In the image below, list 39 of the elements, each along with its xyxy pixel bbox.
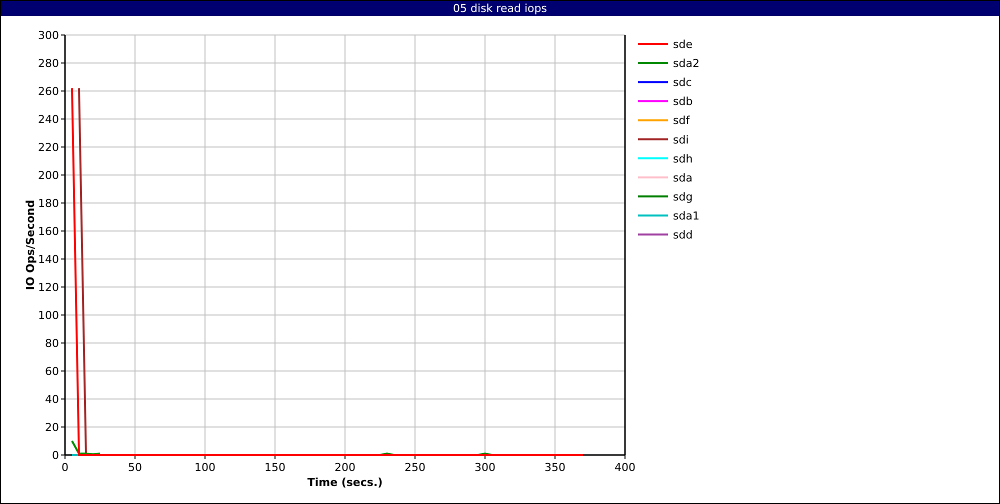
tick-label: 20 <box>45 421 59 434</box>
tick-label: 180 <box>38 197 59 210</box>
legend-label: sda <box>673 171 692 184</box>
axis-title: Time (secs.) <box>307 476 383 489</box>
tick-label: 0 <box>52 449 59 462</box>
tick-label: 300 <box>474 461 496 474</box>
tick-label: 100 <box>194 461 216 474</box>
tick-label: 200 <box>334 461 356 474</box>
tick-label: 100 <box>38 309 59 322</box>
legend-label: sdb <box>673 95 693 108</box>
tick-label: 150 <box>264 461 286 474</box>
tick-label: 60 <box>45 365 59 378</box>
tick-label: 280 <box>38 57 59 70</box>
tick-label: 260 <box>38 85 59 98</box>
tick-label: 400 <box>614 461 636 474</box>
legend-label: sdh <box>673 152 693 166</box>
tick-label: 0 <box>62 461 68 474</box>
tick-label: 80 <box>45 337 59 350</box>
tick-label: 50 <box>128 461 142 474</box>
legend-label: sdc <box>673 76 692 90</box>
tick-label: 120 <box>38 281 59 294</box>
tick-label: 300 <box>38 29 59 42</box>
legend-label: sdd <box>673 228 693 242</box>
tick-label: 240 <box>38 113 59 126</box>
legend-label: sdg <box>673 190 693 204</box>
chart-title: 05 disk read iops <box>453 1 547 16</box>
tick-label: 220 <box>38 141 59 154</box>
tick-label: 250 <box>404 461 426 474</box>
tick-label: 160 <box>38 225 59 238</box>
tick-label: 350 <box>544 461 566 474</box>
tick-label: 40 <box>45 393 59 406</box>
tick-label: 200 <box>38 169 59 182</box>
axis-title: IO Ops/Second <box>24 200 37 290</box>
legend-label: sdi <box>673 133 689 146</box>
legend-label: sdf <box>673 114 690 128</box>
legend-label: sde <box>673 38 692 51</box>
legend-label: sda2 <box>673 57 700 70</box>
legend-label: sda1 <box>673 209 700 222</box>
tick-label: 140 <box>38 253 59 266</box>
